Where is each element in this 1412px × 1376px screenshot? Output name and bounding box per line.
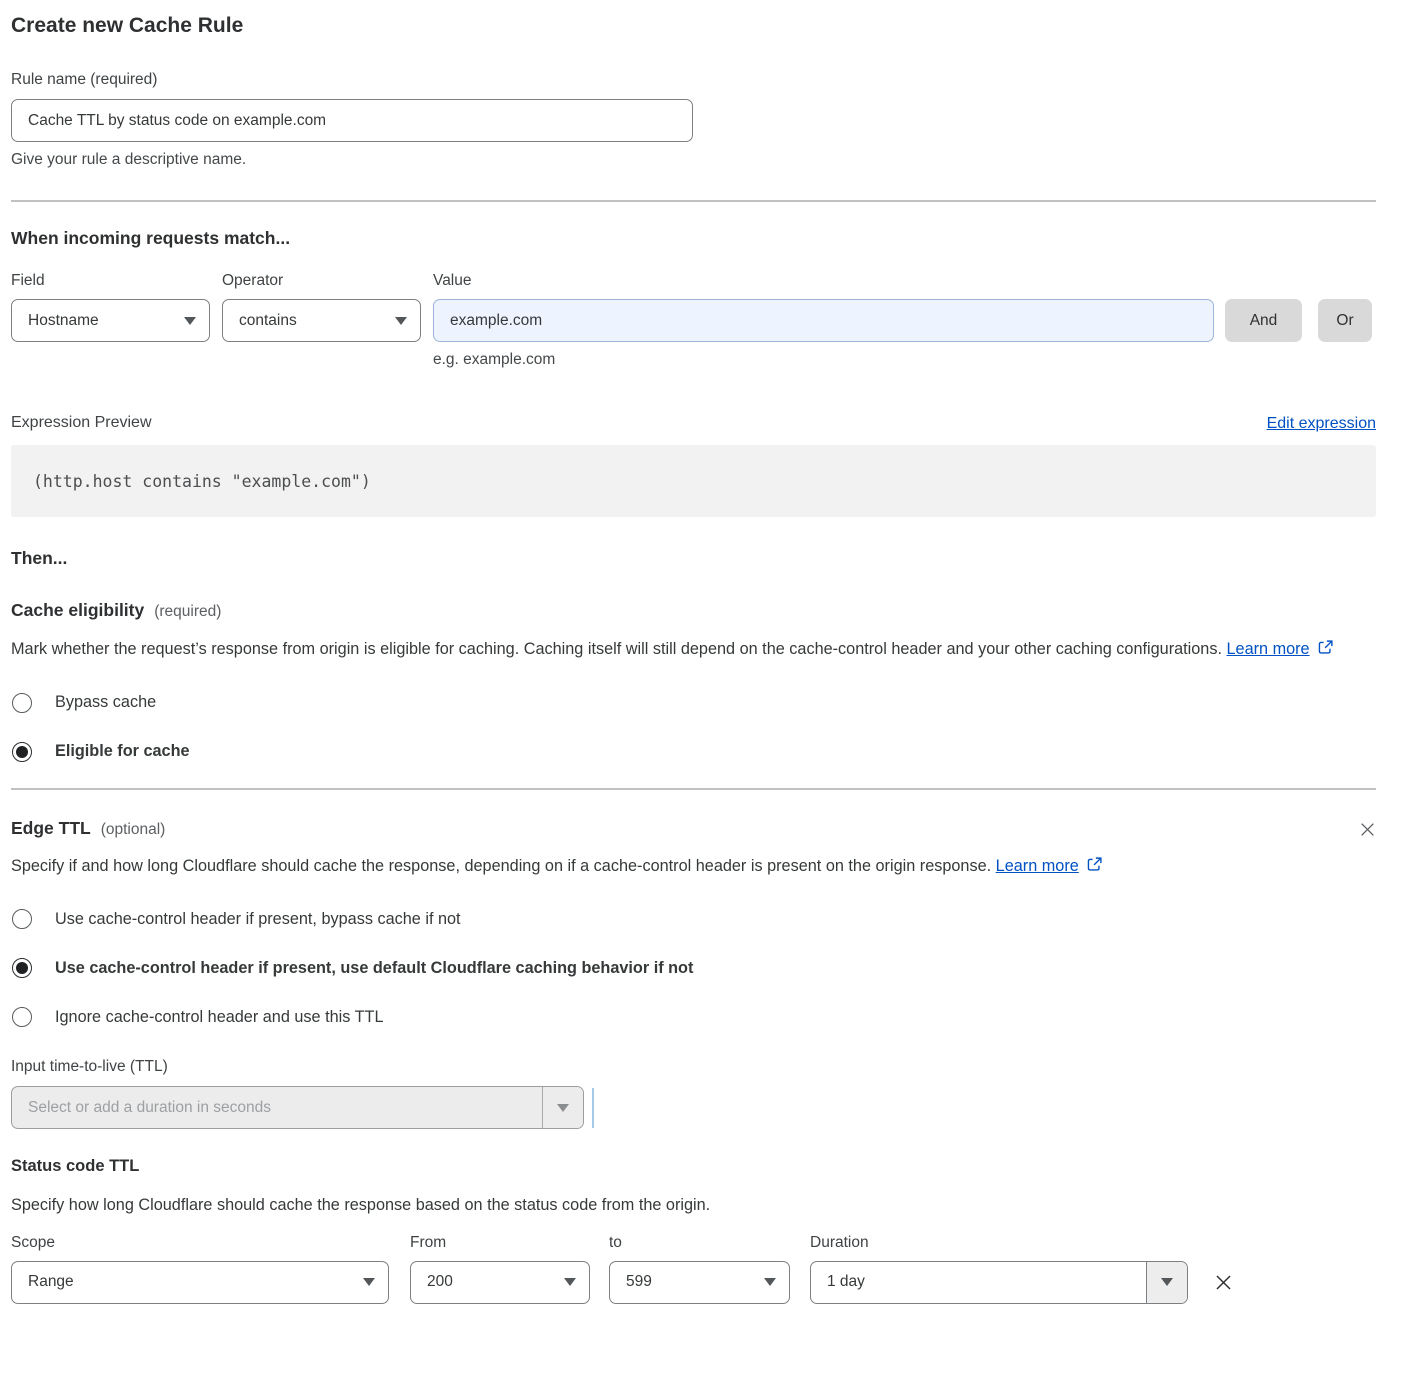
ttl-duration-placeholder: Select or add a duration in seconds <box>12 1087 542 1128</box>
chevron-down-icon <box>764 1278 776 1286</box>
learn-more-link[interactable]: Learn more <box>996 857 1079 875</box>
expression-code: (http.host contains "example.com") <box>11 445 1376 517</box>
ttl-duration-dropdown-button <box>542 1087 583 1128</box>
operator-label: Operator <box>222 271 421 291</box>
ttl-duration-select: Select or add a duration in seconds <box>11 1086 584 1129</box>
match-heading: When incoming requests match... <box>11 227 1376 250</box>
or-button[interactable]: Or <box>1318 299 1372 342</box>
chevron-down-icon <box>363 1278 375 1286</box>
to-select[interactable]: 599 <box>609 1261 790 1304</box>
chevron-down-icon <box>564 1278 576 1286</box>
from-label: From <box>410 1233 590 1253</box>
chevron-down-icon <box>395 317 407 325</box>
section-divider <box>11 200 1376 202</box>
scope-select[interactable]: Range <box>11 1261 389 1304</box>
delete-row-icon[interactable] <box>1214 1273 1233 1292</box>
from-select[interactable]: 200 <box>410 1261 590 1304</box>
learn-more-link[interactable]: Learn more <box>1227 640 1310 658</box>
chevron-down-icon <box>1161 1278 1173 1286</box>
value-label: Value <box>433 271 1214 291</box>
chevron-down-icon <box>557 1104 569 1112</box>
field-select[interactable]: Hostname <box>11 299 210 342</box>
scope-select-value: Range <box>28 1273 74 1291</box>
duration-label: Duration <box>810 1233 1188 1253</box>
operator-select-value: contains <box>239 312 297 330</box>
to-select-value: 599 <box>626 1273 652 1291</box>
cache-eligibility-description: Mark whether the request’s response from… <box>11 635 1351 666</box>
scope-label: Scope <box>11 1233 389 1253</box>
edit-expression-link[interactable]: Edit expression <box>1267 415 1376 433</box>
radio-selected-icon[interactable] <box>12 958 32 978</box>
radio-option-eligible-for-cache[interactable]: Eligible for cache <box>11 742 1376 762</box>
edge-ttl-heading: Edge TTL <box>11 818 91 838</box>
chevron-down-icon <box>184 317 196 325</box>
external-link-icon <box>1317 637 1334 666</box>
rule-name-input[interactable] <box>11 99 693 142</box>
external-link-icon <box>1086 854 1103 883</box>
radio-option-bypass-cache[interactable]: Bypass cache <box>11 693 1376 713</box>
duration-select-value: 1 day <box>811 1262 1146 1303</box>
operator-select[interactable]: contains <box>222 299 421 342</box>
status-code-ttl-description: Specify how long Cloudflare should cache… <box>11 1191 1376 1220</box>
status-code-ttl-heading: Status code TTL <box>11 1157 1376 1176</box>
expression-preview-label: Expression Preview <box>11 413 152 433</box>
to-label: to <box>609 1233 790 1253</box>
ttl-input-label: Input time-to-live (TTL) <box>11 1057 1376 1077</box>
then-heading: Then... <box>11 547 1376 570</box>
radio-selected-icon[interactable] <box>12 742 32 762</box>
cache-eligibility-heading: Cache eligibility <box>11 600 144 620</box>
rule-name-label: Rule name (required) <box>11 70 1376 90</box>
field-label: Field <box>11 271 210 291</box>
cache-eligibility-qualifier: (required) <box>154 603 221 620</box>
radio-option-cc-bypass[interactable]: Use cache-control header if present, byp… <box>11 909 1376 929</box>
ttl-select-focus-bar <box>592 1088 594 1128</box>
close-icon[interactable] <box>1359 821 1376 838</box>
edge-ttl-qualifier: (optional) <box>101 821 166 838</box>
edge-ttl-description: Specify if and how long Cloudflare shoul… <box>11 852 1111 883</box>
value-input[interactable] <box>433 299 1214 342</box>
radio-icon[interactable] <box>12 693 32 713</box>
page-title: Create new Cache Rule <box>11 12 1376 40</box>
radio-icon[interactable] <box>12 909 32 929</box>
and-button[interactable]: And <box>1225 299 1302 342</box>
from-select-value: 200 <box>427 1273 453 1291</box>
radio-option-cc-default[interactable]: Use cache-control header if present, use… <box>11 958 1376 978</box>
radio-option-ignore-cc[interactable]: Ignore cache-control header and use this… <box>11 1007 1376 1027</box>
value-help: e.g. example.com <box>433 351 1376 369</box>
radio-icon[interactable] <box>12 1007 32 1027</box>
rule-name-help: Give your rule a descriptive name. <box>11 151 1376 169</box>
duration-select[interactable]: 1 day <box>810 1261 1188 1304</box>
section-divider <box>11 788 1376 790</box>
duration-dropdown-button[interactable] <box>1146 1262 1187 1303</box>
field-select-value: Hostname <box>28 312 99 330</box>
